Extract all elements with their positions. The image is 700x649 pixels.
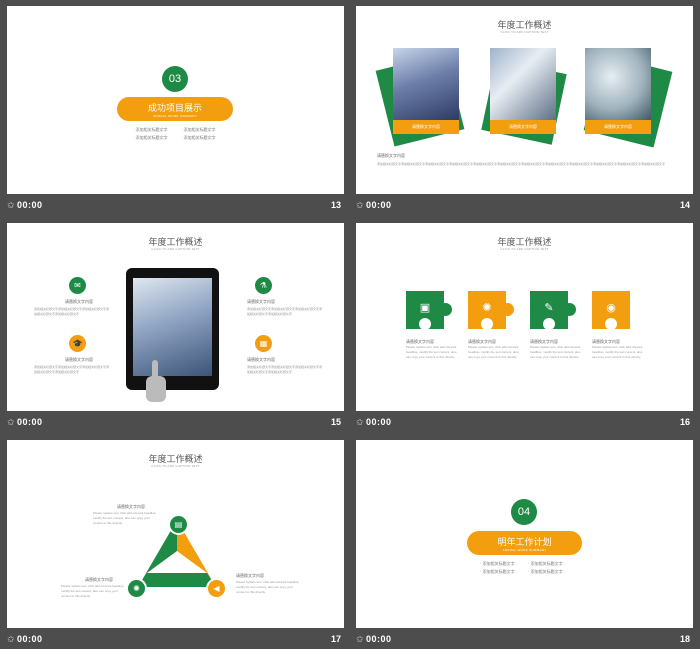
item-text: Please replace text, click add relevant … <box>468 345 519 359</box>
slide-timing: 00:00 <box>366 634 392 644</box>
bullet-text: · 添加相关标题文字 <box>181 127 216 132</box>
bullet-text: · 添加相关标题文字 <box>480 569 515 574</box>
slide-timing: 00:00 <box>366 200 392 210</box>
briefcase-icon: ▣ <box>419 302 431 314</box>
mail-icon: ✉ <box>69 277 86 294</box>
slide-subtitle: CLICK TO ADD CAPTION TEXT <box>500 30 549 34</box>
item-heading: 请替换文字内容 <box>117 504 145 509</box>
puzzle-piece: ▣ <box>406 291 452 330</box>
bullet-text: · 添加相关标题文字 <box>133 127 168 132</box>
photo-caption: 请替换文字内容 <box>490 120 556 134</box>
photo-caption: 请替换文字内容 <box>393 120 459 134</box>
lightbulb-icon: ✺ <box>482 302 492 314</box>
item-heading: 请替换文字内容 <box>247 299 275 304</box>
puzzle-piece: ✎ <box>530 291 576 330</box>
slide-footer: ✩ 00:00 17 <box>7 631 344 649</box>
slide-canvas: 03 成功项目展示 ANNUAL WORK SUMMARY · 添加相关标题文字… <box>7 6 344 194</box>
bullet-text: · 添加相关标题文字 <box>133 135 168 140</box>
puzzle-piece: ✺ <box>468 291 514 330</box>
slide-subtitle: CLICK TO ADD CAPTION TEXT <box>500 247 549 251</box>
graduation-cap-icon: 🎓 <box>69 335 86 352</box>
star-icon: ✩ <box>356 634 364 644</box>
city-photo <box>393 48 459 120</box>
slide-footer: ✩ 00:00 13 <box>7 197 344 215</box>
slide-canvas: 年度工作概述 CLICK TO ADD CAPTION TEXT 请替换文字内容… <box>356 6 693 194</box>
item-text: Please replace text, click add relevant … <box>406 345 457 359</box>
lightbulb-icon: ✺ <box>126 578 147 599</box>
keyboard-photo <box>490 48 556 120</box>
section-title-pill: 成功项目展示 ANNUAL WORK SUMMARY <box>117 97 233 121</box>
section-title: 成功项目展示 <box>147 103 202 113</box>
slide-timing: 00:00 <box>366 417 392 427</box>
slide-footer: ✩ 00:00 16 <box>356 414 693 432</box>
slide-canvas: 年度工作概述 CLICK TO ADD CAPTION TEXT ▣ ✺ ✎ ◉… <box>356 223 693 411</box>
pointing-hand-icon <box>146 360 168 410</box>
slide-footer: ✩ 00:00 15 <box>7 414 344 432</box>
eye-icon: ◉ <box>606 302 616 314</box>
item-heading: 请替换文字内容 <box>236 573 264 578</box>
slide-number: 17 <box>330 634 341 644</box>
item-heading: 请替换文字内容 <box>247 357 275 362</box>
star-icon: ✩ <box>356 200 364 210</box>
slide-number: 15 <box>330 417 341 427</box>
item-text: 添加相关标题文字添加相关标题文字添加相关标题文字添加相关标题文字添加相关标题文字 <box>34 307 110 316</box>
star-icon: ✩ <box>7 634 15 644</box>
slide-timing: 00:00 <box>17 417 43 427</box>
section-title-pill: 明年工作计划 ANNUAL WORK SUMMARY <box>467 531 582 555</box>
item-text: Please replace text, click add relevant … <box>530 345 581 359</box>
slide-timing: 00:00 <box>17 200 43 210</box>
slide-number: 14 <box>679 200 690 210</box>
document-icon: ▤ <box>168 514 189 535</box>
bullet-text: · 添加相关标题文字 <box>528 569 563 574</box>
item-text: Please replace text, click add relevant … <box>93 511 157 525</box>
gears-photo <box>585 48 651 120</box>
item-text: 添加相关标题文字添加相关标题文字添加相关标题文字添加相关标题文字添加相关标题文字 <box>247 365 323 374</box>
item-heading: 请替换文字内容 <box>65 357 93 362</box>
puzzle-piece: ◉ <box>592 291 630 330</box>
item-heading: 请替换文字内容 <box>85 577 113 582</box>
bullet-text: · 添加相关标题文字 <box>181 135 216 140</box>
section-number-badge: 03 <box>162 66 188 92</box>
item-text: 添加相关标题文字添加相关标题文字添加相关标题文字添加相关标题文字添加相关标题文字 <box>247 307 323 316</box>
section-title: 明年工作计划 <box>497 537 552 547</box>
section-number-badge: 04 <box>511 499 537 525</box>
slide-number: 18 <box>679 634 690 644</box>
slide-footer: ✩ 00:00 14 <box>356 197 693 215</box>
slide-number: 13 <box>330 200 341 210</box>
star-icon: ✩ <box>7 200 15 210</box>
slide-footer: ✩ 00:00 18 <box>356 631 693 649</box>
section-subtitle: ANNUAL WORK SUMMARY <box>152 114 198 118</box>
slide-subtitle: CLICK TO ADD CAPTION TEXT <box>151 247 200 251</box>
item-heading: 请替换文字内容 <box>65 299 93 304</box>
star-icon: ✩ <box>7 417 15 427</box>
item-text: Please replace text, click add relevant … <box>61 584 125 598</box>
text-heading: 请替换文字内容 <box>377 153 405 158</box>
item-text: 添加相关标题文字添加相关标题文字添加相关标题文字添加相关标题文字添加相关标题文字 <box>34 365 110 374</box>
microscope-icon: ⚗ <box>255 277 272 294</box>
bullet-text: · 添加相关标题文字 <box>528 561 563 566</box>
body-text: 添加相关标题文字添加相关标题文字添加相关标题文字添加相关标题文字添加相关标题文字… <box>377 162 666 166</box>
star-icon: ✩ <box>356 417 364 427</box>
photo-caption: 请替换文字内容 <box>585 120 651 134</box>
slide-canvas: 04 明年工作计划 ANNUAL WORK SUMMARY · 添加相关标题文字… <box>356 440 693 628</box>
slide-timing: 00:00 <box>17 634 43 644</box>
slide-number: 16 <box>679 417 690 427</box>
slide-canvas: 年度工作概述 CLICK TO ADD CAPTION TEXT ✉ 请替换文字… <box>7 223 344 411</box>
calculator-icon: ▦ <box>255 335 272 352</box>
item-text: Please replace text, click add relevant … <box>592 345 643 359</box>
bullet-text: · 添加相关标题文字 <box>480 561 515 566</box>
slide-canvas: 年度工作概述 CLICK TO ADD CAPTION TEXT ▤ ✺ ◀ 请… <box>7 440 344 628</box>
megaphone-icon: ◀ <box>206 578 227 599</box>
pencil-icon: ✎ <box>544 302 554 314</box>
section-subtitle: ANNUAL WORK SUMMARY <box>502 548 547 552</box>
tablet-screen-photo <box>133 278 212 376</box>
item-text: Please replace text, click add relevant … <box>236 580 300 594</box>
